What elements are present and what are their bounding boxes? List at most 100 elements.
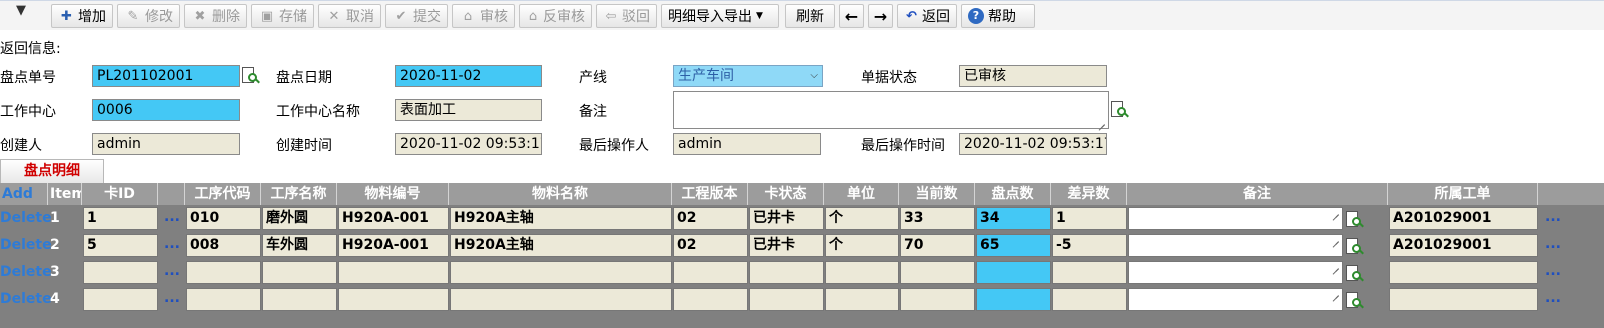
- lookup-icon[interactable]: [1110, 101, 1129, 119]
- edit-button[interactable]: ✎ 修改: [117, 4, 180, 28]
- op-name-cell: [262, 261, 337, 284]
- unit-cell: 个: [825, 234, 899, 257]
- work-order-lookup-ellipsis[interactable]: ...: [1545, 209, 1561, 225]
- counted-qty-cell[interactable]: 34: [976, 207, 1051, 230]
- material-name-cell: H920A主轴: [450, 207, 672, 230]
- op-code-cell: 008: [186, 234, 261, 257]
- creator-field: admin: [92, 133, 240, 155]
- remark-cell[interactable]: [1128, 288, 1343, 311]
- card-id-cell[interactable]: 5: [83, 234, 158, 257]
- refresh-button-label: 刷新: [796, 9, 824, 25]
- cancel-button[interactable]: ✕ 取消: [318, 4, 381, 28]
- work-order-lookup-ellipsis[interactable]: ...: [1545, 290, 1561, 306]
- unapprove-button[interactable]: ⌂ 反审核: [519, 4, 592, 28]
- edit-button-label: 修改: [145, 9, 173, 25]
- remark-textarea[interactable]: [673, 91, 1109, 129]
- card-status-cell: [749, 261, 824, 284]
- header-current-qty: 当前数: [899, 183, 975, 205]
- submit-button[interactable]: ✔ 提交: [385, 4, 448, 28]
- delete-row-link[interactable]: Delete: [0, 288, 52, 311]
- card-lookup-ellipsis[interactable]: ...: [164, 209, 180, 225]
- refresh-button[interactable]: 刷新: [785, 4, 835, 28]
- next-button[interactable]: →: [868, 4, 893, 28]
- reject-button[interactable]: ⇦ 驳回: [596, 4, 657, 28]
- header-remark: 备注: [1127, 183, 1388, 205]
- current-qty-cell: [900, 261, 975, 284]
- add-button-label: 增加: [78, 9, 106, 25]
- save-button[interactable]: ▣ 存储: [251, 4, 314, 28]
- remark-cell[interactable]: [1128, 261, 1343, 284]
- work-center-field[interactable]: 0006: [92, 99, 240, 121]
- remark-cell[interactable]: [1128, 234, 1343, 257]
- header-item: Item: [48, 183, 82, 205]
- header-material-name: 物料名称: [449, 183, 672, 205]
- unit-cell: 个: [825, 207, 899, 230]
- resize-handle-icon[interactable]: [1331, 288, 1340, 297]
- reject-icon: ⇦: [605, 8, 617, 24]
- remark-cell[interactable]: [1128, 207, 1343, 230]
- material-no-cell: H920A-001: [338, 234, 449, 257]
- table-row: Delete 4......: [0, 286, 1604, 313]
- approve-icon: ⌂: [463, 8, 473, 24]
- card-lookup-ellipsis[interactable]: ...: [164, 263, 180, 279]
- eng-version-cell: 02: [673, 234, 748, 257]
- lookup-icon[interactable]: [241, 67, 260, 85]
- lookup-icon[interactable]: [1345, 211, 1364, 229]
- delete-row-link[interactable]: Delete: [0, 234, 52, 257]
- counted-qty-cell[interactable]: [976, 288, 1051, 311]
- resize-handle-icon[interactable]: [1331, 234, 1340, 243]
- resize-handle-icon[interactable]: [1097, 117, 1106, 126]
- collapse-triangle-icon[interactable]: ▼: [16, 3, 26, 18]
- card-id-cell[interactable]: 1: [83, 207, 158, 230]
- counted-qty-cell[interactable]: [976, 261, 1051, 284]
- production-line-select[interactable]: 生产车间 ⌵: [673, 65, 823, 87]
- card-id-cell[interactable]: [83, 261, 158, 284]
- chevron-down-icon: ⌵: [810, 70, 818, 81]
- inventory-no-field[interactable]: PL201102001: [92, 65, 240, 87]
- delete-button[interactable]: ✖ 删除: [184, 4, 247, 28]
- op-code-cell: [186, 261, 261, 284]
- arrow-right-icon: →: [873, 6, 888, 26]
- current-qty-cell: 33: [900, 207, 975, 230]
- prev-button[interactable]: ←: [839, 4, 864, 28]
- header-counted-qty: 盘点数: [975, 183, 1051, 205]
- row-item-number: 3: [50, 264, 60, 280]
- submit-button-label: 提交: [413, 9, 441, 25]
- help-button[interactable]: ? 帮助: [961, 4, 1035, 28]
- detail-import-export-button[interactable]: 明细导入导出 ▼: [661, 4, 779, 28]
- resize-handle-icon[interactable]: [1331, 207, 1340, 216]
- unit-cell: [825, 288, 899, 311]
- delete-row-link[interactable]: Delete: [0, 207, 52, 230]
- plus-icon: ✚: [61, 8, 72, 24]
- tab-inventory-detail[interactable]: 盘点明细: [0, 159, 104, 183]
- inventory-date-field[interactable]: 2020-11-02: [395, 65, 542, 87]
- approve-button[interactable]: ⌂ 审核: [452, 4, 515, 28]
- diff-qty-cell: [1052, 261, 1127, 284]
- lookup-icon[interactable]: [1345, 265, 1364, 283]
- resize-handle-icon[interactable]: [1331, 261, 1340, 270]
- lookup-icon[interactable]: [1345, 238, 1364, 256]
- lookup-icon[interactable]: [1345, 292, 1364, 310]
- card-lookup-ellipsis[interactable]: ...: [164, 236, 180, 252]
- work-order-lookup-ellipsis[interactable]: ...: [1545, 236, 1561, 252]
- card-lookup-ellipsis[interactable]: ...: [164, 290, 180, 306]
- op-code-cell: [186, 288, 261, 311]
- last-operator-label: 最后操作人: [579, 138, 649, 154]
- remark-label: 备注: [579, 104, 607, 120]
- created-time-field: 2020-11-02 09:53:17: [395, 133, 542, 155]
- back-button[interactable]: ↶ 返回: [897, 4, 957, 28]
- table-row: Delete 2 5 008 车外圆 H920A-001 H920A主轴 02 已井卡个 70 65…: [0, 232, 1604, 259]
- op-name-cell: 车外圆: [262, 234, 337, 257]
- header-op-code: 工序代码: [185, 183, 261, 205]
- add-button[interactable]: ✚ 增加: [51, 4, 113, 28]
- add-row-link[interactable]: Add: [0, 183, 48, 205]
- arrow-left-icon: ←: [844, 6, 859, 26]
- counted-qty-cell[interactable]: 65: [976, 234, 1051, 257]
- row-item-number: 2: [50, 237, 60, 253]
- op-code-cell: 010: [186, 207, 261, 230]
- row-item-number: 1: [50, 210, 60, 226]
- work-center-name-label: 工作中心名称: [276, 104, 360, 120]
- delete-row-link[interactable]: Delete: [0, 261, 52, 284]
- work-order-lookup-ellipsis[interactable]: ...: [1545, 263, 1561, 279]
- card-id-cell[interactable]: [83, 288, 158, 311]
